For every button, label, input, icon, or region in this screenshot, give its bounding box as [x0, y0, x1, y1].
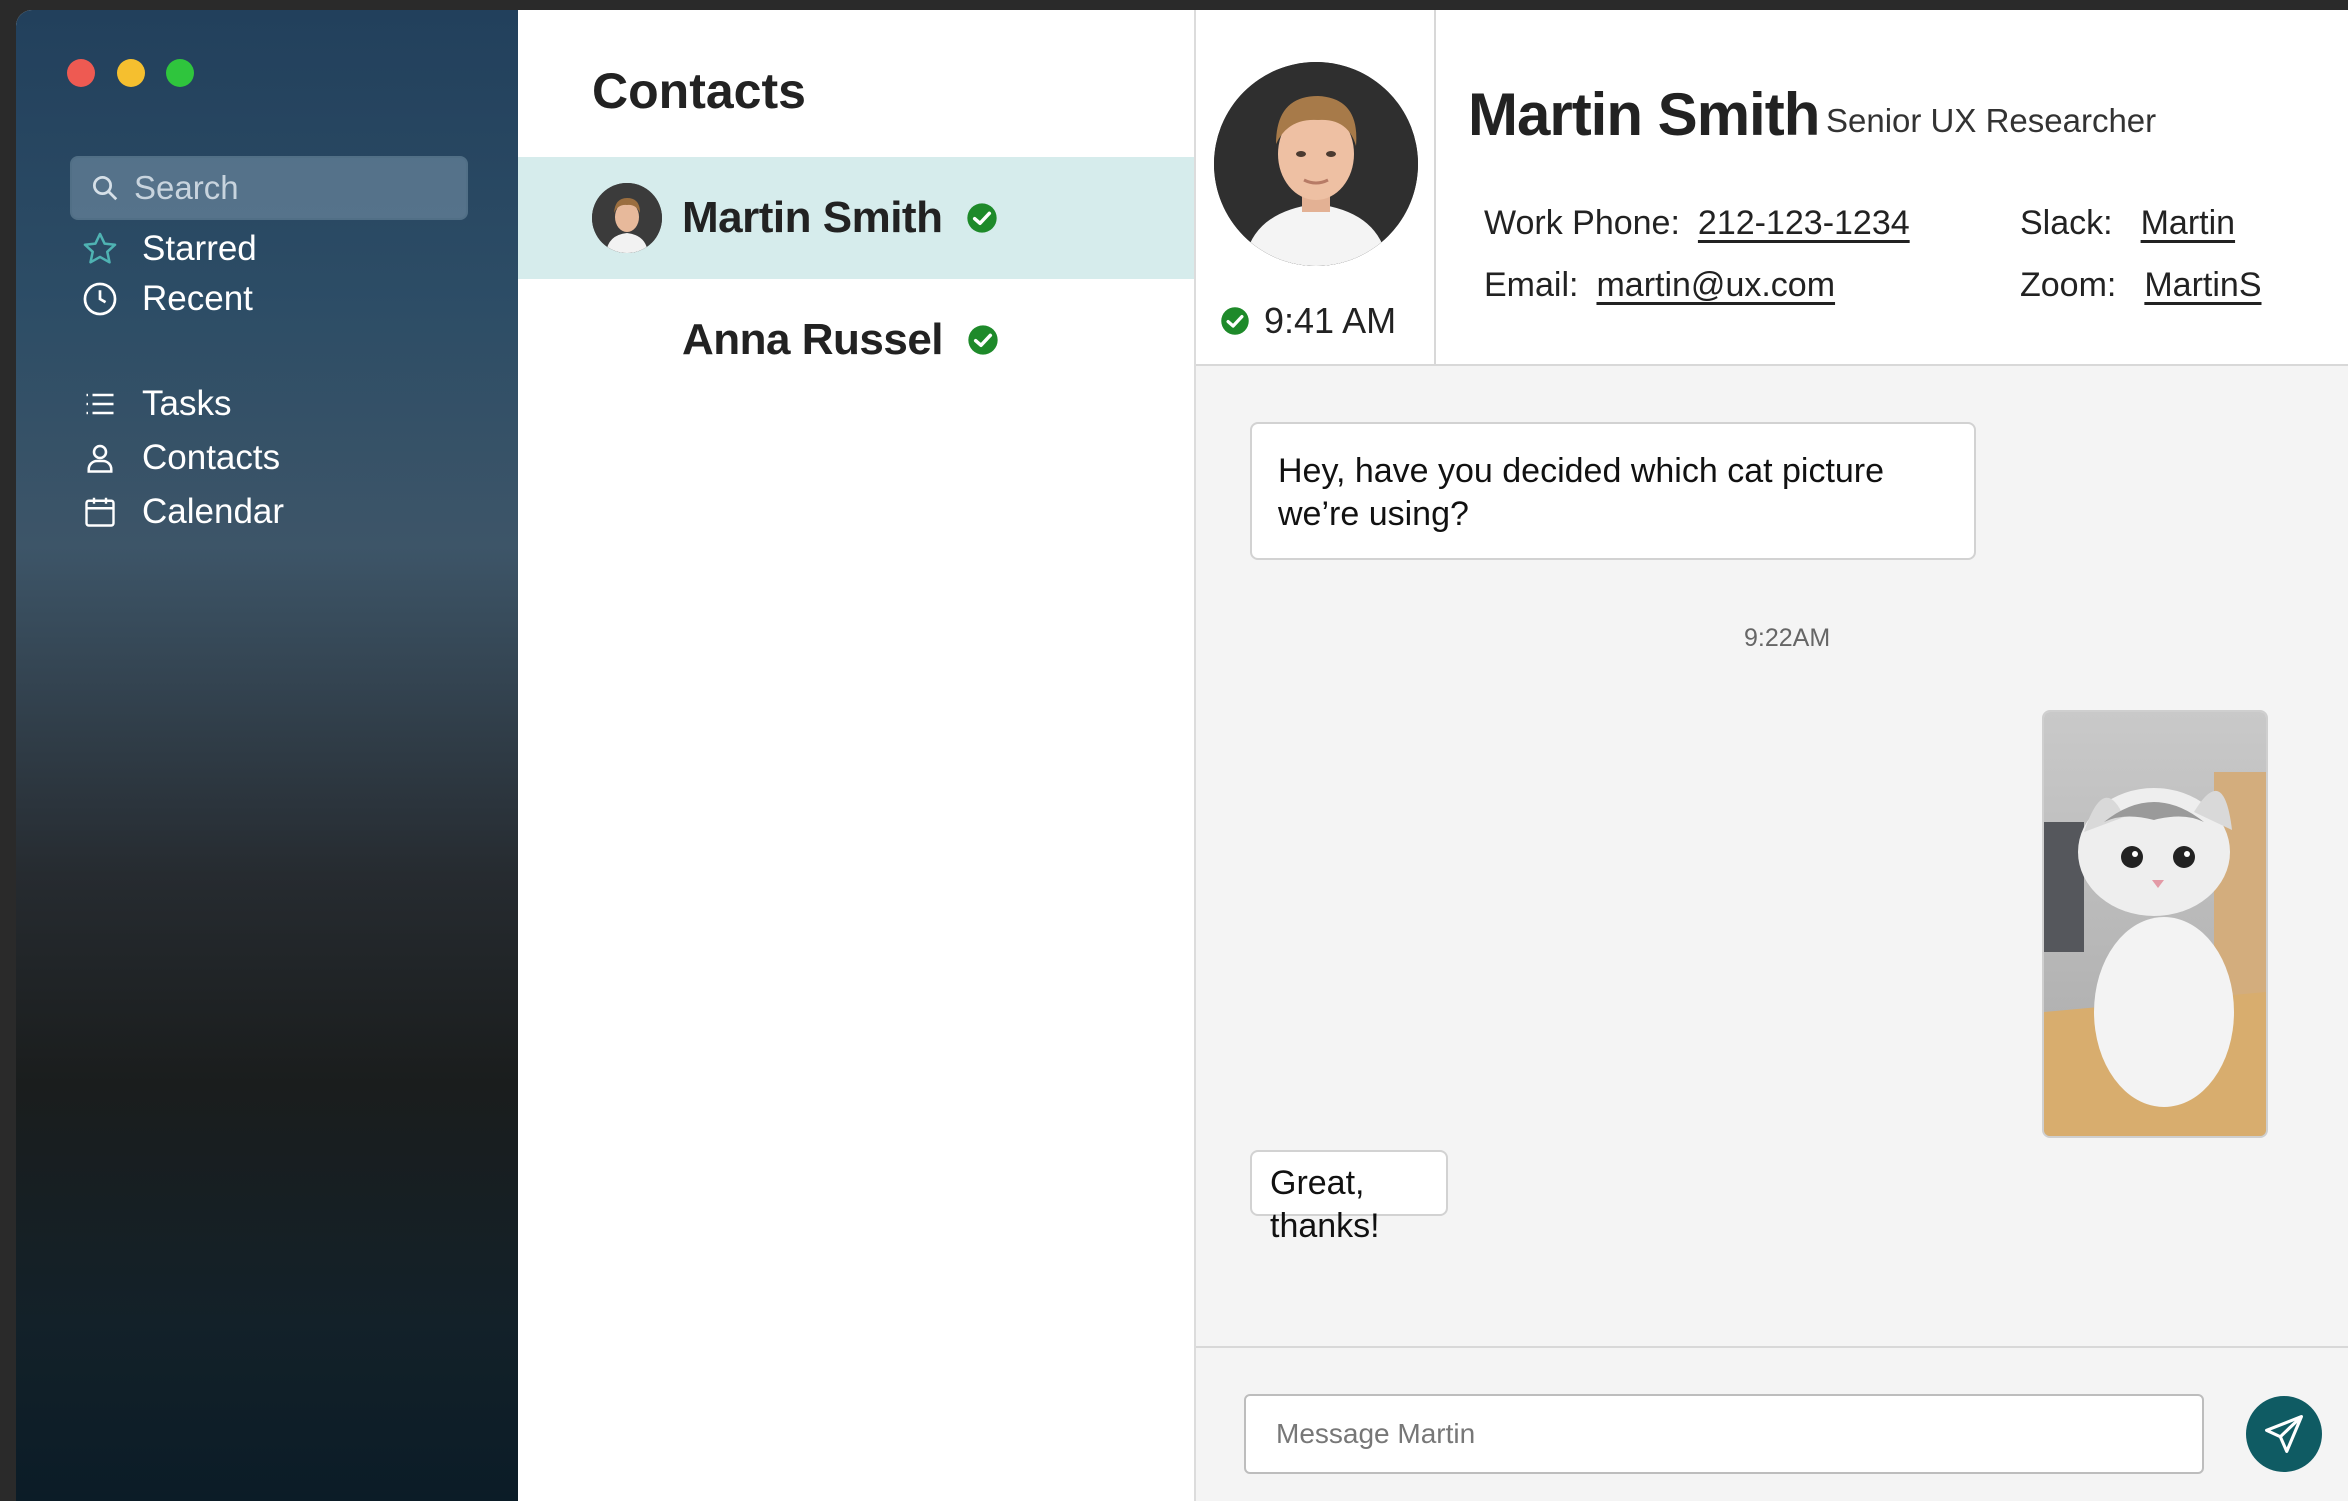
header-divider [1434, 10, 1436, 364]
send-button[interactable] [2246, 1396, 2322, 1472]
sidebar-item-tasks[interactable]: Tasks [80, 379, 231, 429]
chat-thread: Hey, have you decided which cat picture … [1196, 366, 2348, 1346]
window-zoom-button[interactable] [166, 59, 194, 87]
slack-field: Slack: Martin [2020, 204, 2235, 243]
person-icon [80, 438, 120, 478]
clock-icon [80, 279, 120, 319]
profile-header: 9:41 AM Martin Smith Senior UX Researche… [1196, 10, 2348, 366]
send-icon [2265, 1415, 2303, 1453]
zoom-label: Zoom: [2020, 266, 2117, 304]
work-phone-link[interactable]: 212-123-1234 [1698, 204, 1910, 242]
local-time-text: 9:41 AM [1264, 300, 1397, 341]
sidebar-item-label: Starred [142, 229, 257, 268]
online-status-icon [1221, 307, 1249, 335]
window-close-button[interactable] [67, 59, 95, 87]
cat-photo[interactable] [2042, 710, 2268, 1138]
sidebar-item-label: Recent [142, 279, 253, 318]
contact-name: Martin Smith [682, 193, 943, 242]
message-composer [1196, 1346, 2348, 1501]
work-phone-field: Work Phone: 212-123-1234 [1484, 204, 1910, 243]
local-time: 9:41 AM [1220, 300, 1396, 342]
avatar [1214, 62, 1418, 266]
work-phone-label: Work Phone: [1484, 204, 1680, 242]
sidebar-item-label: Contacts [142, 438, 281, 477]
contact-name: Anna Russel [682, 315, 944, 364]
sidebar-item-label: Calendar [142, 492, 285, 531]
profile-title: Senior UX Researcher [1826, 102, 2157, 139]
message-timestamp: 9:22AM [1744, 624, 1831, 652]
contacts-panel: Contacts Martin Smith Anna Russel [518, 10, 1196, 1501]
online-status-icon [968, 325, 998, 355]
search-placeholder: Search [134, 169, 239, 206]
sidebar-item-contacts[interactable]: Contacts [80, 433, 280, 483]
contact-item-martin-smith[interactable]: Martin Smith [518, 157, 1194, 279]
window-minimize-button[interactable] [117, 59, 145, 87]
search-icon [93, 176, 118, 201]
slack-link[interactable]: Martin [2141, 204, 2235, 242]
message-input[interactable] [1244, 1394, 2204, 1474]
list-icon [80, 384, 120, 424]
sidebar-item-calendar[interactable]: Calendar [80, 487, 284, 537]
contact-item-anna-russel[interactable]: Anna Russel [518, 279, 1194, 401]
profile-name: Martin Smith [1468, 81, 1820, 148]
message-bubble: Great, thanks! [1250, 1150, 1448, 1245]
zoom-field: Zoom: MartinS [2020, 266, 2262, 305]
email-label: Email: [1484, 266, 1579, 304]
avatar [592, 183, 662, 253]
contacts-title: Contacts [592, 63, 806, 119]
sidebar-item-starred[interactable]: Starred [80, 224, 257, 274]
star-icon [80, 229, 120, 269]
sidebar-item-recent[interactable]: Recent [80, 274, 253, 324]
calendar-icon [80, 492, 120, 532]
app-window: Search Starred Recent Tasks Contacts Cal… [16, 10, 2348, 1501]
zoom-link[interactable]: MartinS [2144, 266, 2261, 304]
sidebar: Search Starred Recent Tasks Contacts Cal… [16, 10, 518, 1501]
email-field: Email: martin@ux.com [1484, 266, 1835, 305]
message-bubble: Hey, have you decided which cat picture … [1250, 422, 1976, 560]
online-status-icon [967, 203, 998, 233]
email-link[interactable]: martin@ux.com [1596, 266, 1835, 304]
slack-label: Slack: [2020, 204, 2113, 242]
search-input[interactable]: Search [70, 156, 468, 220]
sidebar-item-label: Tasks [142, 384, 232, 423]
